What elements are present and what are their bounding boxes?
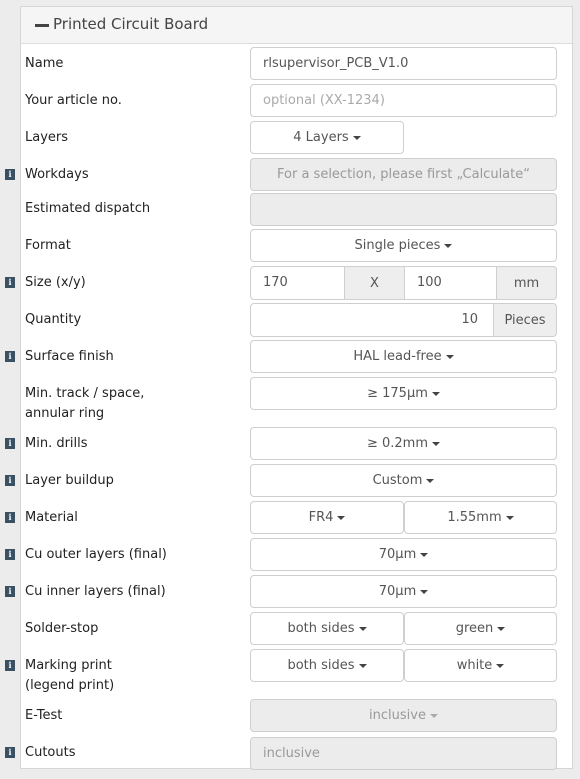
name-label: Name (25, 56, 64, 71)
solder-color-value: green (455, 621, 494, 636)
track-dropdown[interactable]: ≥ 175µm (250, 377, 557, 410)
cutouts-field: inclusive (250, 737, 557, 770)
info-icon[interactable]: i (5, 549, 15, 560)
name-input[interactable]: rlsupervisor_PCB_V1.0 (250, 47, 557, 80)
etest-label: E-Test (25, 708, 63, 723)
dispatch-label: Estimated dispatch (25, 201, 151, 216)
quantity-unit: Pieces (493, 303, 557, 337)
caret-down-icon (429, 713, 438, 718)
dispatch-field (250, 193, 557, 226)
marking-color-dropdown[interactable]: white (404, 649, 557, 682)
caret-down-icon (426, 478, 435, 483)
caret-down-icon (496, 663, 505, 668)
cu-inner-label: Cu inner layers (final) (25, 584, 166, 599)
caret-down-icon (505, 515, 514, 520)
info-icon[interactable]: i (5, 586, 15, 597)
info-icon[interactable]: i (5, 747, 15, 758)
workdays-label: Workdays (25, 167, 89, 182)
solder-sides-value: both sides (287, 621, 355, 636)
track-label-line2: annular ring (25, 406, 105, 421)
layers-value: 4 Layers (293, 130, 349, 145)
caret-down-icon (352, 135, 361, 140)
format-dropdown[interactable]: Single pieces (250, 229, 557, 262)
info-icon[interactable]: i (5, 169, 15, 180)
quantity-input[interactable]: 10 (250, 303, 494, 337)
info-icon[interactable]: i (5, 438, 15, 449)
caret-down-icon (420, 589, 429, 594)
caret-down-icon (445, 354, 454, 359)
caret-down-icon (497, 626, 506, 631)
panel-title: Printed Circuit Board (53, 15, 209, 33)
cu-outer-value: 70µm (378, 547, 417, 562)
surface-label: Surface finish (25, 349, 114, 364)
track-label-line1: Min. track / space, (25, 386, 145, 401)
cu-outer-dropdown[interactable]: 70µm (250, 538, 557, 571)
drills-dropdown[interactable]: ≥ 0.2mm (250, 427, 557, 460)
solder-color-dropdown[interactable]: green (404, 612, 557, 645)
marking-sides-value: both sides (287, 658, 355, 673)
layers-dropdown[interactable]: 4 Layers (250, 121, 404, 154)
info-icon[interactable]: i (5, 277, 15, 288)
solder-label: Solder-stop (25, 621, 99, 636)
marking-color-value: white (456, 658, 493, 673)
track-value: ≥ 175µm (367, 386, 428, 401)
surface-value: HAL lead-free (353, 349, 442, 364)
size-separator: X (344, 266, 405, 300)
etest-value: inclusive (369, 708, 426, 723)
thickness-value: 1.55mm (447, 510, 502, 525)
info-icon[interactable]: i (5, 512, 15, 523)
etest-dropdown: inclusive (250, 699, 557, 732)
article-input[interactable]: optional (XX-1234) (250, 84, 557, 117)
caret-down-icon (358, 663, 367, 668)
solder-sides-dropdown[interactable]: both sides (250, 612, 404, 645)
size-label: Size (x/y) (25, 275, 86, 290)
info-icon[interactable]: i (5, 475, 15, 486)
cu-inner-value: 70µm (378, 584, 417, 599)
size-y-input[interactable]: 100 (404, 266, 497, 300)
cu-outer-label: Cu outer layers (final) (25, 547, 167, 562)
caret-down-icon (444, 243, 453, 248)
surface-dropdown[interactable]: HAL lead-free (250, 340, 557, 373)
thickness-dropdown[interactable]: 1.55mm (404, 501, 557, 534)
marking-sides-dropdown[interactable]: both sides (250, 649, 404, 682)
layers-label: Layers (25, 130, 69, 145)
info-icon[interactable]: i (5, 660, 15, 671)
size-x-input[interactable]: 170 (250, 266, 345, 300)
caret-down-icon (432, 441, 441, 446)
format-label: Format (25, 238, 71, 253)
size-unit: mm (496, 266, 557, 300)
buildup-dropdown[interactable]: Custom (250, 464, 557, 497)
info-icon[interactable]: i (5, 351, 15, 362)
caret-down-icon (358, 626, 367, 631)
caret-down-icon (420, 552, 429, 557)
drills-label: Min. drills (25, 436, 88, 451)
panel-header[interactable]: Printed Circuit Board (21, 7, 572, 44)
marking-label-line1: Marking print (25, 658, 112, 673)
cu-inner-dropdown[interactable]: 70µm (250, 575, 557, 608)
collapse-minus-icon[interactable] (35, 24, 49, 27)
caret-down-icon (431, 391, 440, 396)
article-label: Your article no. (25, 93, 122, 108)
quantity-label: Quantity (25, 312, 82, 327)
cutouts-label: Cutouts (25, 745, 76, 760)
buildup-value: Custom (372, 473, 423, 488)
material-value: FR4 (308, 510, 334, 525)
marking-label-line2: (legend print) (25, 678, 115, 693)
drills-value: ≥ 0.2mm (366, 436, 429, 451)
caret-down-icon (337, 515, 346, 520)
material-label: Material (25, 510, 78, 525)
material-dropdown[interactable]: FR4 (250, 501, 404, 534)
buildup-label: Layer buildup (25, 473, 114, 488)
format-value: Single pieces (354, 238, 441, 253)
workdays-field: For a selection, please first „Calculate… (250, 158, 557, 191)
